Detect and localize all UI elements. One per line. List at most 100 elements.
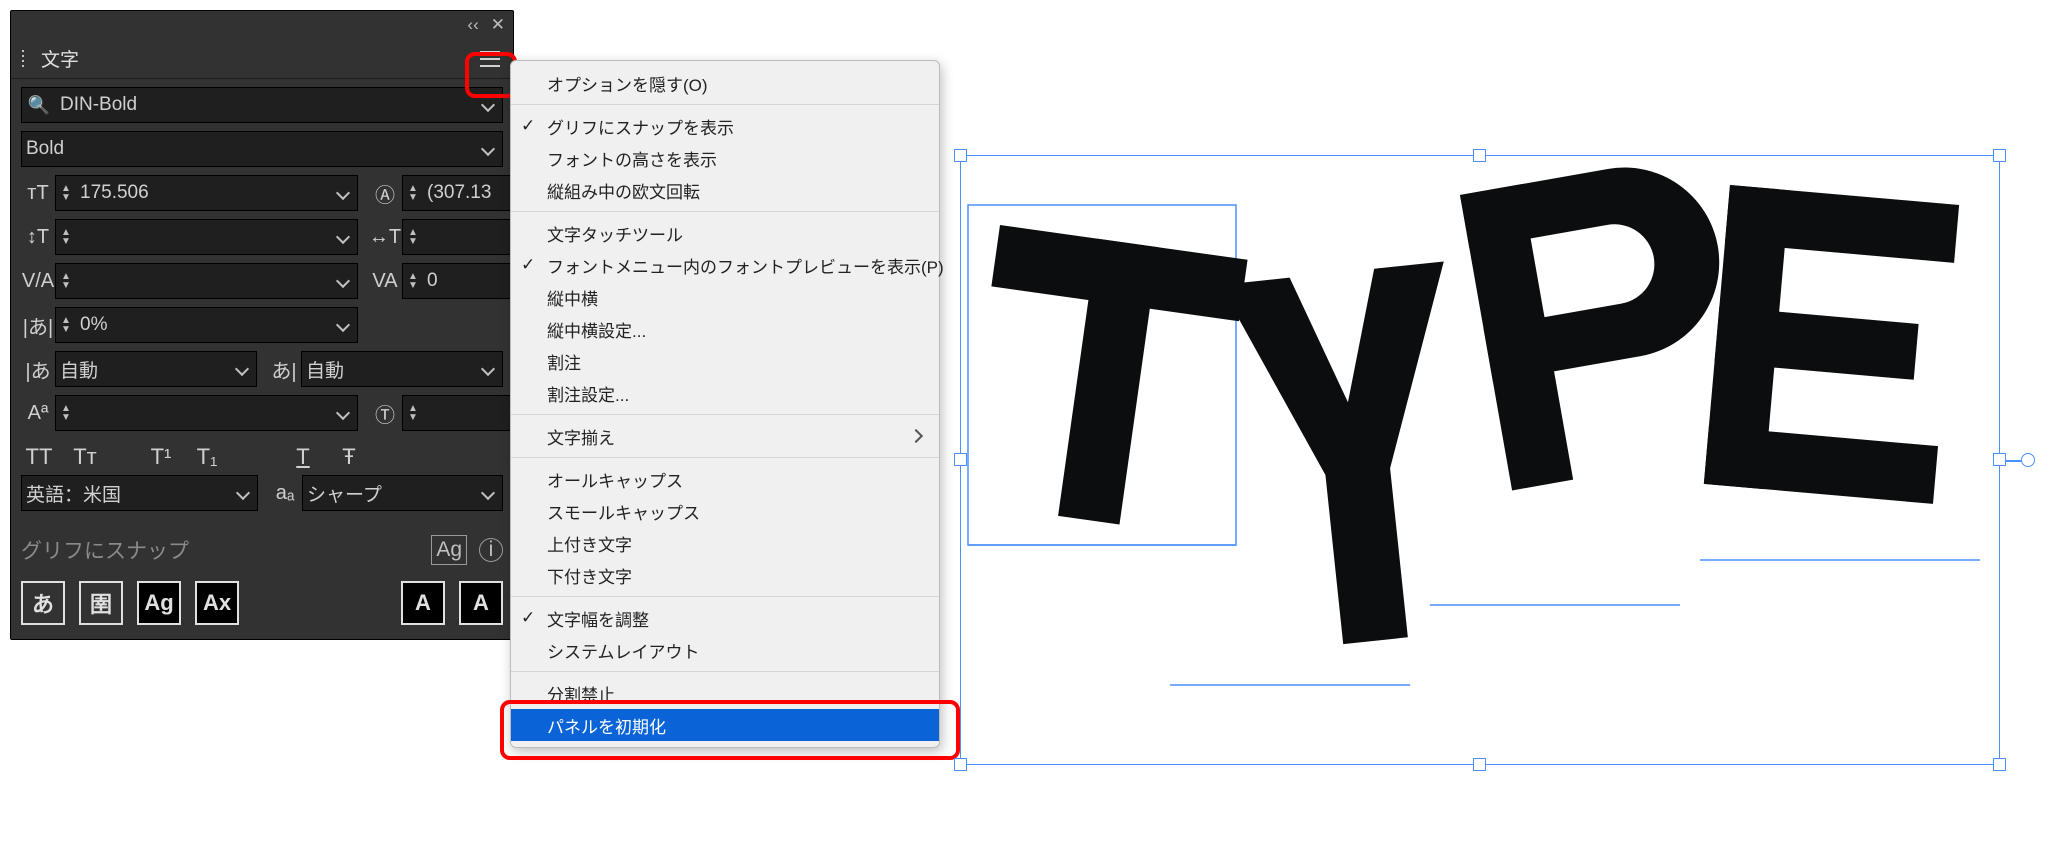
- menu-item-label: フォントの高さを表示: [547, 146, 717, 171]
- stepper-icon[interactable]: ▲▼: [56, 404, 76, 422]
- baseline-shift-icon: Aª: [21, 402, 55, 425]
- kerning-input[interactable]: [76, 270, 329, 292]
- menu-item-tcy[interactable]: 縦中横: [511, 281, 939, 313]
- glyph-btn-c[interactable]: Ag: [137, 581, 181, 625]
- strikethrough-button[interactable]: Ŧ: [333, 443, 365, 471]
- glyph-btn-f[interactable]: A: [459, 581, 503, 625]
- allcaps-button[interactable]: TT: [23, 443, 55, 471]
- menu-item-label: 割注設定...: [547, 381, 629, 406]
- menu-item-touch_tool[interactable]: 文字タッチツール: [511, 217, 939, 249]
- glyph-btn-b[interactable]: 圉: [79, 581, 123, 625]
- chevron-down-icon[interactable]: [474, 139, 502, 159]
- chevron-down-icon[interactable]: [329, 183, 357, 203]
- font-style-value: Bold: [22, 138, 474, 160]
- menu-item-superscript[interactable]: 上付き文字: [511, 527, 939, 559]
- aki-left-value: 自動: [56, 356, 228, 383]
- antialias-field[interactable]: シャープ: [302, 475, 503, 511]
- menu-item-adjust_width[interactable]: ✓文字幅を調整: [511, 602, 939, 634]
- font-size-input[interactable]: [76, 182, 329, 204]
- tsume-input[interactable]: [76, 314, 329, 336]
- chevron-down-icon[interactable]: [329, 315, 357, 335]
- menu-item-label: 文字揃え: [547, 424, 615, 449]
- panel-tabbar: 文字: [11, 39, 513, 79]
- menu-item-tcy_rotate[interactable]: 縦組み中の欧文回転: [511, 174, 939, 206]
- info-icon[interactable]: i: [479, 538, 503, 562]
- menu-item-warichu_settings[interactable]: 割注設定...: [511, 377, 939, 409]
- aki-right-field[interactable]: 自動: [301, 351, 503, 387]
- chevron-down-icon[interactable]: [474, 95, 502, 115]
- stepper-icon[interactable]: ▲▼: [403, 184, 423, 202]
- chevron-down-icon[interactable]: [329, 403, 357, 423]
- menu-item-label: オプションを隠す(O): [547, 71, 708, 96]
- language-value: 英語：米国: [22, 480, 229, 507]
- aki-right-icon: あ|: [267, 355, 301, 384]
- menu-item-label: 文字幅を調整: [547, 606, 649, 631]
- menu-item-warichu[interactable]: 割注: [511, 345, 939, 377]
- chevron-down-icon[interactable]: [474, 359, 502, 379]
- menu-item-snap_glyph[interactable]: ✓グリフにスナップを表示: [511, 110, 939, 142]
- chevron-down-icon[interactable]: [474, 483, 502, 503]
- kerning-field[interactable]: ▲▼: [55, 263, 358, 299]
- menu-item-allcaps[interactable]: オールキャップス: [511, 463, 939, 495]
- vscale-icon: ↕T: [21, 226, 55, 249]
- chevron-down-icon[interactable]: [229, 483, 257, 503]
- stepper-icon[interactable]: ▲▼: [403, 272, 423, 290]
- rotation-handle[interactable]: [2021, 453, 2035, 467]
- menu-item-label: 縦組み中の欧文回転: [547, 178, 700, 203]
- glyph-snap-buttons: あ 圉 Ag Ax A A: [11, 573, 513, 639]
- panel-tab-character[interactable]: 文字: [29, 45, 91, 72]
- menu-item-label: システムレイアウト: [547, 638, 700, 663]
- menu-item-font_height[interactable]: フォントの高さを表示: [511, 142, 939, 174]
- collapse-icon[interactable]: ‹‹: [467, 15, 478, 35]
- menu-item-mojisoroe[interactable]: 文字揃え: [511, 420, 939, 452]
- snap-to-glyph-row: グリフにスナップ Ag i: [11, 527, 513, 573]
- glyph-btn-a[interactable]: あ: [21, 581, 65, 625]
- menu-item-label: 縦中横: [547, 285, 598, 310]
- aki-left-field[interactable]: 自動: [55, 351, 257, 387]
- artboard: [960, 155, 2020, 765]
- menu-item-font_preview[interactable]: ✓フォントメニュー内のフォントプレビューを表示(P): [511, 249, 939, 281]
- font-family-field[interactable]: 🔍: [21, 87, 503, 123]
- baseline-shift-input[interactable]: [76, 402, 329, 424]
- stepper-icon[interactable]: ▲▼: [56, 272, 76, 290]
- font-size-field[interactable]: ▲▼: [55, 175, 358, 211]
- underline-button[interactable]: T: [287, 443, 319, 471]
- vscale-field[interactable]: ▲▼: [55, 219, 358, 255]
- glyph-btn-d[interactable]: Ax: [195, 581, 239, 625]
- font-style-field[interactable]: Bold: [21, 131, 503, 167]
- aki-left-icon: |あ: [21, 355, 55, 384]
- menu-item-smallcaps[interactable]: スモールキャップス: [511, 495, 939, 527]
- glyph-btn-e[interactable]: A: [401, 581, 445, 625]
- baseline-shift-field[interactable]: ▲▼: [55, 395, 358, 431]
- stepper-icon[interactable]: ▲▼: [56, 184, 76, 202]
- font-family-input[interactable]: [56, 94, 474, 116]
- menu-item-system_layout[interactable]: システムレイアウト: [511, 634, 939, 666]
- menu-item-reset_panel[interactable]: パネルを初期化: [511, 709, 939, 741]
- hscale-icon: ↔T: [368, 226, 402, 249]
- stepper-icon[interactable]: ▲▼: [56, 228, 76, 246]
- chevron-down-icon[interactable]: [329, 271, 357, 291]
- menu-item-label: 割注: [547, 349, 581, 374]
- chevron-down-icon[interactable]: [329, 227, 357, 247]
- vscale-input[interactable]: [76, 226, 329, 248]
- close-icon[interactable]: ✕: [491, 15, 505, 35]
- panel-drag-handle[interactable]: [11, 50, 29, 67]
- chevron-down-icon[interactable]: [228, 359, 256, 379]
- antialias-icon: aₐ: [268, 482, 302, 505]
- kerning-icon: V/A: [21, 270, 55, 293]
- language-field[interactable]: 英語：米国: [21, 475, 258, 511]
- subscript-button[interactable]: T₁: [191, 443, 223, 471]
- menu-item-tcy_settings[interactable]: 縦中横設定...: [511, 313, 939, 345]
- menu-item-no_break[interactable]: 分割禁止: [511, 677, 939, 709]
- menu-item-subscript[interactable]: 下付き文字: [511, 559, 939, 591]
- stepper-icon[interactable]: ▲▼: [403, 404, 423, 422]
- stepper-icon[interactable]: ▲▼: [403, 228, 423, 246]
- stepper-icon[interactable]: ▲▼: [56, 316, 76, 334]
- tsume-field[interactable]: ▲▼: [55, 307, 358, 343]
- aki-right-value: 自動: [302, 356, 474, 383]
- panel-menu-button[interactable]: [473, 44, 507, 74]
- superscript-button[interactable]: T¹: [145, 443, 177, 471]
- menu-item-hide_options[interactable]: オプションを隠す(O): [511, 67, 939, 99]
- smallcaps-button[interactable]: Tᴛ: [69, 443, 101, 471]
- snap-ag-icon[interactable]: Ag: [431, 535, 467, 565]
